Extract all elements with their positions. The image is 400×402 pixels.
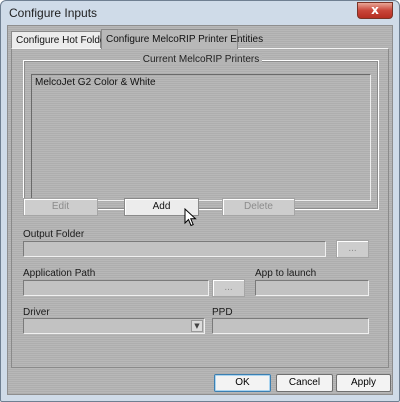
tab-label: Configure Hot Folders bbox=[16, 35, 114, 46]
apply-button[interactable]: Apply bbox=[336, 374, 391, 392]
list-item[interactable]: MelcoJet G2 Color & White bbox=[35, 77, 156, 88]
app-to-launch-field[interactable] bbox=[255, 280, 369, 296]
printers-listbox[interactable]: MelcoJet G2 Color & White bbox=[31, 74, 371, 201]
current-printers-group: Current MelcoRIP Printers MelcoJet G2 Co… bbox=[23, 54, 379, 210]
title-bar[interactable]: Configure Inputs x bbox=[1, 1, 399, 23]
ok-button[interactable]: OK bbox=[214, 374, 271, 392]
delete-button[interactable]: Delete bbox=[222, 198, 295, 216]
driver-select[interactable]: ▼ bbox=[23, 318, 205, 334]
tab-configure-hot-folders[interactable]: Configure Hot Folders bbox=[11, 31, 114, 49]
application-path-browse-button[interactable]: ... bbox=[212, 279, 245, 297]
close-icon: x bbox=[371, 3, 379, 17]
tab-label: Configure MelcoRIP Printer Entities bbox=[106, 34, 264, 45]
window-title: Configure Inputs bbox=[9, 6, 98, 20]
application-path-field[interactable] bbox=[23, 280, 209, 296]
group-label: Current MelcoRIP Printers bbox=[139, 54, 263, 65]
chevron-down-icon[interactable]: ▼ bbox=[191, 320, 203, 332]
app-to-launch-label: App to launch bbox=[255, 268, 317, 279]
tab-configure-melcorip-printer-entities[interactable]: Configure MelcoRIP Printer Entities bbox=[101, 29, 263, 49]
configure-inputs-window: Configure Inputs x Configure Hot Folders… bbox=[0, 0, 400, 402]
output-folder-browse-button[interactable]: ... bbox=[336, 240, 369, 258]
dialog-body: Configure Hot Folders Configure MelcoRIP… bbox=[7, 25, 393, 395]
ppd-field[interactable] bbox=[212, 318, 369, 334]
output-folder-label: Output Folder bbox=[23, 229, 85, 240]
driver-label: Driver bbox=[23, 307, 50, 318]
output-folder-field[interactable] bbox=[23, 241, 326, 257]
close-button[interactable]: x bbox=[357, 2, 393, 19]
application-path-label: Application Path bbox=[23, 268, 96, 279]
cancel-button[interactable]: Cancel bbox=[276, 374, 333, 392]
ppd-label: PPD bbox=[212, 307, 233, 318]
mouse-pointer-icon bbox=[184, 208, 197, 227]
edit-button[interactable]: Edit bbox=[23, 198, 98, 216]
